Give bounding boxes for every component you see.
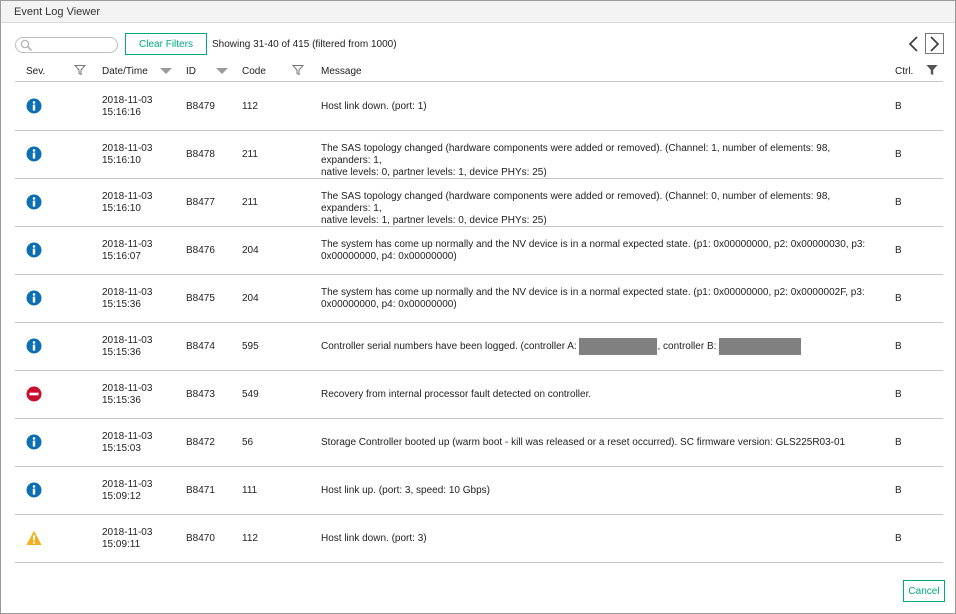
event-message: Recovery from internal processor fault d… <box>321 389 592 400</box>
filter-icon[interactable] <box>74 64 86 76</box>
event-controller: B <box>895 149 902 160</box>
event-table-body: 2018-11-03 15:16:16 B8479 112 Host link d… <box>15 83 943 563</box>
event-datetime: 2018-11-03 15:09:11 <box>102 527 153 550</box>
table-row[interactable]: 2018-11-03 15:09:12 B8471 111 Host link u… <box>15 467 943 515</box>
filter-active-icon[interactable] <box>926 64 938 76</box>
table-row[interactable]: 2018-11-03 15:15:36 B8473 549 Recovery fr… <box>15 371 943 419</box>
event-datetime: 2018-11-03 15:16:10 <box>102 191 153 214</box>
event-message: Storage Controller booted up (warm boot … <box>321 437 846 448</box>
event-datetime: 2018-11-03 15:15:36 <box>102 335 153 358</box>
event-controller: B <box>895 389 902 400</box>
event-message: Host link down. (port: 3) <box>321 533 427 544</box>
event-id: B8479 <box>186 101 215 112</box>
event-id: B8473 <box>186 389 215 400</box>
search-icon <box>20 39 33 52</box>
info-icon <box>26 290 42 306</box>
event-id: B8472 <box>186 437 215 448</box>
results-count-text: Showing 31-40 of 415 (filtered from 1000… <box>212 39 397 50</box>
event-code: 204 <box>242 293 259 304</box>
event-message: Controller serial numbers have been logg… <box>321 338 876 355</box>
warning-icon <box>26 530 42 545</box>
toolbar: Clear Filters Showing 31-40 of 415 (filt… <box>1 31 955 57</box>
event-code: 211 <box>242 149 258 160</box>
event-log-viewer-dialog: Event Log Viewer Clear Filters Showing 3… <box>0 0 956 614</box>
event-code: 112 <box>242 101 258 112</box>
event-datetime: 2018-11-03 15:09:12 <box>102 479 153 502</box>
column-header-message[interactable]: Message <box>321 66 362 77</box>
chevron-left-icon <box>908 35 918 52</box>
info-icon <box>26 146 42 162</box>
event-id: B8474 <box>186 341 215 352</box>
event-code: 595 <box>242 341 259 352</box>
event-controller: B <box>895 197 902 208</box>
table-row[interactable]: 2018-11-03 15:15:03 B8472 56 Storage Cont… <box>15 419 943 467</box>
event-code: 204 <box>242 245 259 256</box>
event-id: B8478 <box>186 149 215 160</box>
event-datetime: 2018-11-03 15:16:16 <box>102 95 153 118</box>
event-code: 549 <box>242 389 259 400</box>
info-icon <box>26 434 42 450</box>
table-row[interactable]: 2018-11-03 15:09:11 B8470 112 Host link d… <box>15 515 943 563</box>
event-id: B8477 <box>186 197 215 208</box>
info-icon <box>26 242 42 258</box>
event-controller: B <box>895 437 902 448</box>
event-id: B8470 <box>186 533 215 544</box>
event-message: Host link down. (port: 1) <box>321 101 427 112</box>
chevron-right-icon <box>930 35 940 52</box>
sort-down-icon[interactable] <box>160 68 172 74</box>
event-controller: B <box>895 485 902 496</box>
column-header-datetime[interactable]: Date/Time <box>102 66 148 77</box>
info-icon <box>26 194 42 210</box>
table-row[interactable]: 2018-11-03 15:16:07 B8476 204 The system … <box>15 227 943 275</box>
column-header-code[interactable]: Code <box>242 66 266 77</box>
event-controller: B <box>895 101 902 112</box>
clear-filters-button[interactable]: Clear Filters <box>125 33 207 55</box>
search-box[interactable] <box>15 37 118 53</box>
event-controller: B <box>895 341 902 352</box>
event-code: 211 <box>242 197 258 208</box>
event-datetime: 2018-11-03 15:16:10 <box>102 143 153 166</box>
redacted-block <box>579 338 658 355</box>
info-icon <box>26 338 42 354</box>
event-datetime: 2018-11-03 15:16:07 <box>102 239 153 262</box>
error-icon <box>26 386 42 402</box>
table-row[interactable]: 2018-11-03 15:16:16 B8479 112 Host link d… <box>15 83 943 131</box>
column-header-id[interactable]: ID <box>186 66 196 77</box>
event-message: Host link up. (port: 3, speed: 10 Gbps) <box>321 485 490 496</box>
event-controller: B <box>895 245 902 256</box>
table-row[interactable]: 2018-11-03 15:15:36 B8474 595 Controller … <box>15 323 943 371</box>
event-datetime: 2018-11-03 15:15:03 <box>102 431 153 454</box>
column-header-sev[interactable]: Sev. <box>26 66 45 77</box>
table-row[interactable]: 2018-11-03 15:16:10 B8477 211 The SAS top… <box>15 179 943 227</box>
event-controller: B <box>895 293 902 304</box>
event-message: The system has come up normally and the … <box>321 239 866 262</box>
table-row[interactable]: 2018-11-03 15:16:10 B8478 211 The SAS top… <box>15 131 943 179</box>
redacted-block <box>719 338 802 355</box>
next-page-button[interactable] <box>925 33 944 54</box>
title-bar: Event Log Viewer <box>1 1 955 23</box>
event-code: 111 <box>242 485 258 496</box>
search-input[interactable] <box>34 39 114 51</box>
column-header-ctrl[interactable]: Ctrl. <box>895 66 913 77</box>
event-message: The SAS topology changed (hardware compo… <box>321 143 831 178</box>
filter-icon[interactable] <box>292 64 304 76</box>
info-icon <box>26 482 42 498</box>
event-controller: B <box>895 533 902 544</box>
event-code: 112 <box>242 533 258 544</box>
event-message: The system has come up normally and the … <box>321 287 865 310</box>
table-header: Sev. Date/Time ID Code Message Ctrl. <box>15 60 943 82</box>
event-message: The SAS topology changed (hardware compo… <box>321 191 831 226</box>
cancel-button[interactable]: Cancel <box>903 580 945 602</box>
event-id: B8471 <box>186 485 215 496</box>
event-id: B8475 <box>186 293 215 304</box>
previous-page-button[interactable] <box>905 33 922 54</box>
event-id: B8476 <box>186 245 215 256</box>
event-code: 56 <box>242 437 254 448</box>
event-datetime: 2018-11-03 15:15:36 <box>102 287 153 310</box>
table-row[interactable]: 2018-11-03 15:15:36 B8475 204 The system … <box>15 275 943 323</box>
info-icon <box>26 98 42 114</box>
event-datetime: 2018-11-03 15:15:36 <box>102 383 153 406</box>
window-title: Event Log Viewer <box>14 6 101 18</box>
sort-down-icon[interactable] <box>216 68 228 74</box>
